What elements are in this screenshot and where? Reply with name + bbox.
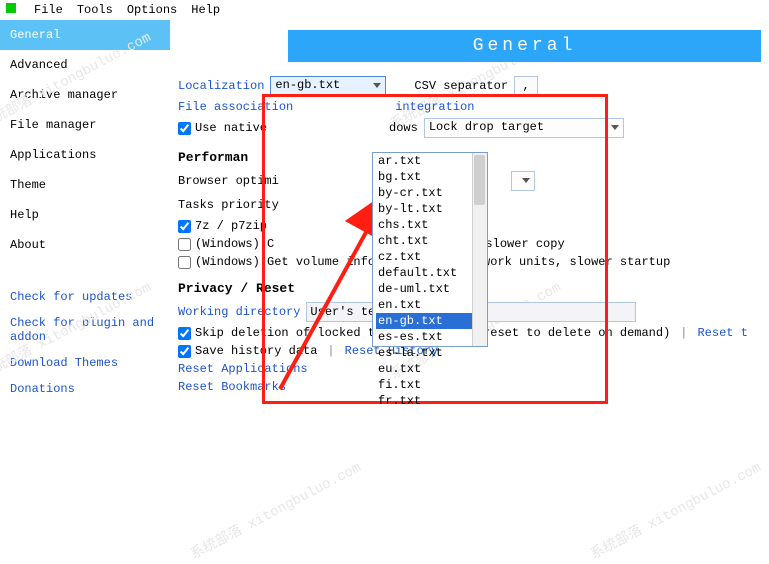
chevron-down-icon xyxy=(373,83,381,88)
localization-option[interactable]: default.txt xyxy=(376,265,472,281)
csv-separator-label: CSV separator xyxy=(414,79,508,93)
localization-option[interactable]: de-uml.txt xyxy=(376,281,472,297)
app-icon xyxy=(6,3,16,13)
file-association-link[interactable]: File association xyxy=(178,100,293,114)
windows-portable-checkbox[interactable]: (Windows) C xyxy=(178,237,274,251)
localization-option[interactable]: en-gb.txt xyxy=(376,313,472,329)
localization-option[interactable]: es-es.txt xyxy=(376,329,472,345)
separator: | xyxy=(680,326,687,340)
skip-deletion-check[interactable] xyxy=(178,327,191,340)
p7zip-checkbox[interactable]: 7z / p7zip xyxy=(178,219,267,233)
save-history-check[interactable] xyxy=(178,345,191,358)
sidebar-item-archive-manager[interactable]: Archive manager xyxy=(0,80,170,110)
localization-dropdown[interactable]: ar.txtbg.txtby-cr.txtby-lt.txtchs.txtcht… xyxy=(372,152,488,347)
menu-tools[interactable]: Tools xyxy=(77,3,113,17)
windows-portable-check[interactable] xyxy=(178,238,191,251)
sidebar-item-applications[interactable]: Applications xyxy=(0,140,170,170)
save-history-label: Save history data xyxy=(195,344,317,358)
sidebar-item-theme[interactable]: Theme xyxy=(0,170,170,200)
native-dragdrop-tail: dows xyxy=(389,121,418,135)
browser-opt-label: Browser optimi xyxy=(178,174,279,188)
localization-option[interactable]: eu.txt xyxy=(376,361,472,377)
windows-volume-check[interactable] xyxy=(178,256,191,269)
integration-link[interactable]: integration xyxy=(395,100,474,114)
browser-opt-select[interactable] xyxy=(511,171,535,191)
drop-target-value: Lock drop target xyxy=(429,120,544,134)
native-dragdrop-checkbox[interactable]: Use native xyxy=(178,121,267,135)
link-donations[interactable]: Donations xyxy=(0,376,170,402)
chevron-down-icon xyxy=(611,125,619,130)
drop-target-select[interactable]: Lock drop target xyxy=(424,118,624,138)
localization-option[interactable]: cz.txt xyxy=(376,249,472,265)
csv-separator-input[interactable] xyxy=(514,76,538,96)
menu-bar: File Tools Options Help xyxy=(0,0,769,20)
tasks-priority-label: Tasks priority xyxy=(178,198,279,212)
link-check-plugin[interactable]: Check for plugin and addon xyxy=(0,310,170,350)
localization-option[interactable]: es-la.txt xyxy=(376,345,472,361)
localization-option[interactable]: by-cr.txt xyxy=(376,185,472,201)
localization-option[interactable]: by-lt.txt xyxy=(376,201,472,217)
localization-option[interactable]: bg.txt xyxy=(376,169,472,185)
localization-option[interactable]: en.txt xyxy=(376,297,472,313)
separator: | xyxy=(327,344,334,358)
localization-option[interactable]: fr.txt xyxy=(376,393,472,409)
localization-option[interactable]: ar.txt xyxy=(376,153,472,169)
windows-portable-label: (Windows) C xyxy=(195,237,274,251)
link-check-updates[interactable]: Check for updates xyxy=(0,284,170,310)
save-history-checkbox[interactable]: Save history data xyxy=(178,344,317,358)
scrollbar-thumb[interactable] xyxy=(474,155,485,205)
menu-help[interactable]: Help xyxy=(191,3,220,17)
menu-options[interactable]: Options xyxy=(127,3,177,17)
menu-file[interactable]: File xyxy=(34,3,63,17)
scrollbar[interactable] xyxy=(472,153,487,346)
localization-option[interactable]: chs.txt xyxy=(376,217,472,233)
localization-option[interactable]: cht.txt xyxy=(376,233,472,249)
working-directory-label[interactable]: Working directory xyxy=(178,305,300,319)
native-dragdrop-label: Use native xyxy=(195,121,267,135)
sidebar-item-help[interactable]: Help xyxy=(0,200,170,230)
reset-applications-link[interactable]: Reset Applications xyxy=(178,362,308,376)
chevron-down-icon xyxy=(522,178,530,183)
sidebar-item-file-manager[interactable]: File manager xyxy=(0,110,170,140)
native-dragdrop-check[interactable] xyxy=(178,122,191,135)
p7zip-check[interactable] xyxy=(178,220,191,233)
localization-label[interactable]: Localization xyxy=(178,79,264,93)
localization-options: ar.txtbg.txtby-cr.txtby-lt.txtchs.txtcht… xyxy=(373,153,487,409)
sidebar: General Advanced Archive manager File ma… xyxy=(0,20,170,540)
reset-bookmarks-link[interactable]: Reset Bookmarks xyxy=(178,380,286,394)
reset-temp-link[interactable]: Reset t xyxy=(697,326,747,340)
p7zip-label: 7z / p7zip xyxy=(195,219,267,233)
localization-value: en-gb.txt xyxy=(275,78,340,92)
sidebar-item-about[interactable]: About xyxy=(0,230,170,260)
link-download-themes[interactable]: Download Themes xyxy=(0,350,170,376)
localization-select[interactable]: en-gb.txt xyxy=(270,76,386,96)
sidebar-item-general[interactable]: General xyxy=(0,20,170,50)
page-title: General xyxy=(288,30,761,62)
localization-option[interactable]: fi.txt xyxy=(376,377,472,393)
sidebar-item-advanced[interactable]: Advanced xyxy=(0,50,170,80)
